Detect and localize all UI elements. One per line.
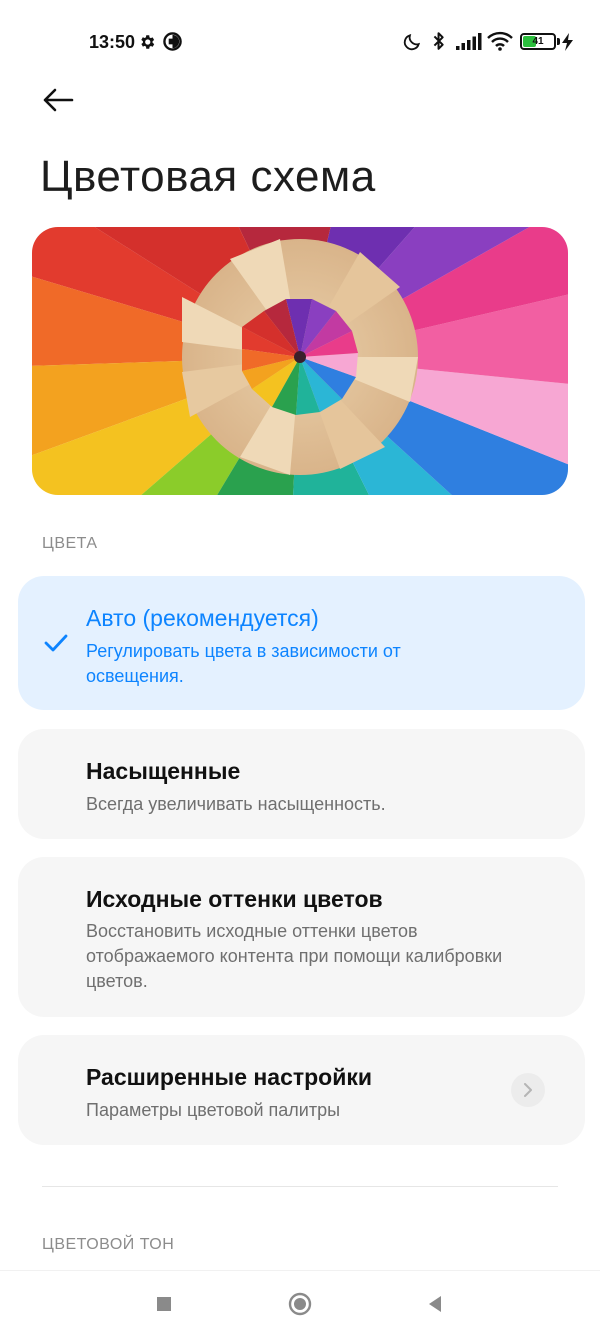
- charging-icon: [562, 33, 573, 56]
- home-button[interactable]: [285, 1289, 315, 1319]
- data-saver-icon: [163, 32, 182, 56]
- section-divider: [42, 1186, 558, 1187]
- page-title: Цветовая схема: [40, 152, 376, 201]
- moon-icon: [402, 32, 422, 57]
- option-description: Параметры цветовой палитры: [86, 1100, 341, 1120]
- home-circle-icon: [288, 1292, 312, 1316]
- chevron-right-icon: [511, 1073, 545, 1107]
- option-description: Регулировать цвета в зависимости от осве…: [86, 641, 401, 686]
- colors-section-header: ЦВЕТА: [42, 535, 98, 552]
- option-title: Насыщенные: [86, 758, 241, 784]
- colored-pencils-image: [32, 227, 568, 495]
- battery-level: 41: [532, 36, 544, 47]
- option-advanced-settings[interactable]: Расширенные настройки Параметры цветовой…: [18, 1035, 585, 1145]
- tone-section-header: ЦВЕТОВОЙ ТОН: [42, 1236, 175, 1253]
- navigation-bar: [0, 1270, 600, 1333]
- battery-icon: 41: [520, 33, 556, 50]
- signal-icon: [456, 33, 482, 55]
- battery-cap: [557, 38, 560, 45]
- option-auto[interactable]: Авто (рекомендуется) Регулировать цвета …: [18, 576, 585, 710]
- recents-square-icon: [157, 1297, 171, 1311]
- back-button[interactable]: [36, 82, 80, 118]
- option-description: Всегда увеличивать насыщенность.: [86, 794, 386, 814]
- recents-button[interactable]: [149, 1289, 179, 1319]
- gear-icon: [138, 33, 156, 56]
- bluetooth-icon: [430, 30, 448, 57]
- status-time: 13:50: [89, 32, 136, 52]
- wifi-icon: [487, 31, 513, 56]
- option-title: Исходные оттенки цветов: [86, 886, 383, 912]
- option-title: Расширенные настройки: [86, 1064, 373, 1090]
- arrow-left-icon: [43, 88, 74, 112]
- nav-back-button[interactable]: [420, 1289, 450, 1319]
- option-description: Восстановить исходные оттенки цветов ото…: [86, 921, 503, 991]
- option-saturated[interactable]: Насыщенные Всегда увеличивать насыщеннос…: [18, 729, 585, 839]
- back-triangle-icon: [429, 1296, 441, 1312]
- status-bar: 13:50 41: [0, 0, 600, 84]
- option-title: Авто (рекомендуется): [86, 605, 319, 631]
- check-icon: [44, 634, 68, 657]
- option-original[interactable]: Исходные оттенки цветов Восстановить исх…: [18, 857, 585, 1017]
